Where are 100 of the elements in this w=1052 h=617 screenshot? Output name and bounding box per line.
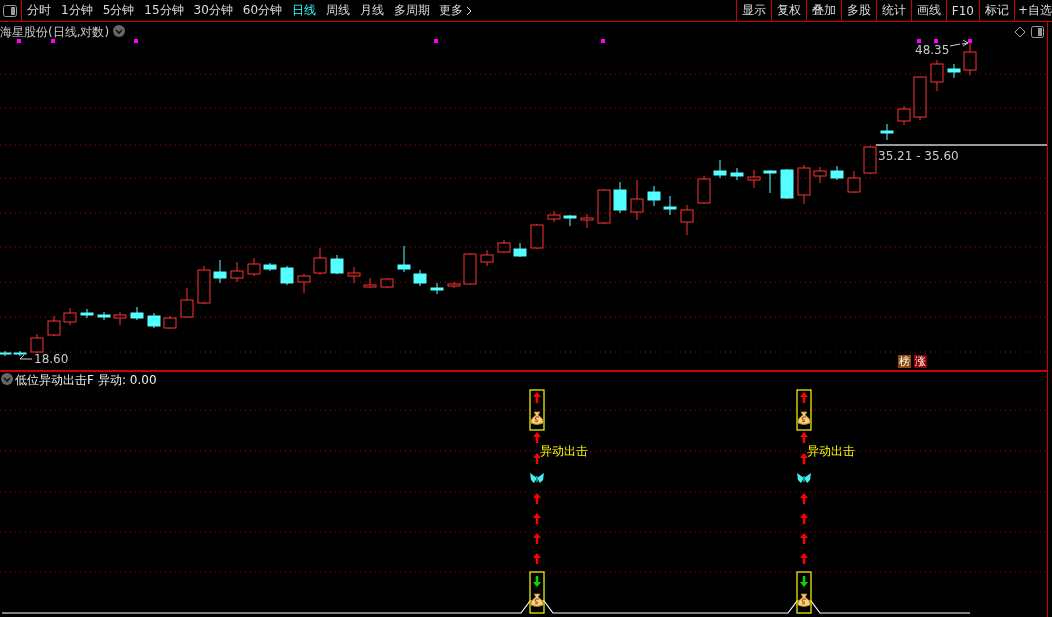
toolbar-button[interactable]: 显示 [735, 0, 771, 22]
candlestick [230, 261, 244, 283]
candlestick [330, 254, 344, 275]
candlestick [730, 167, 744, 181]
candlestick [297, 273, 311, 294]
candlestick [613, 181, 627, 214]
up-arrow-icon [533, 392, 541, 403]
period-tab[interactable]: 5分钟 [101, 2, 136, 19]
butterfly-icon [530, 473, 544, 483]
period-tab[interactable]: 多周期 [393, 2, 432, 19]
candlestick [363, 277, 377, 289]
candlestick [680, 204, 694, 236]
price-range-label: 35.21 - 35.60 [878, 149, 959, 163]
more-button[interactable]: 更多 [439, 2, 473, 19]
up-arrow-icon [800, 553, 808, 564]
candlestick [263, 262, 277, 272]
candlestick [447, 281, 461, 289]
candlestick [530, 223, 544, 250]
candlestick [947, 63, 961, 79]
period-tab[interactable]: 分时 [26, 2, 52, 19]
money-bag-icon [797, 593, 811, 607]
up-arrow-icon [800, 392, 808, 403]
up-arrow-icon [533, 493, 541, 504]
period-tab[interactable]: 1分钟 [60, 2, 94, 19]
candlestick [630, 179, 644, 221]
tag-badge: 榜 [898, 355, 911, 368]
butterfly-icon [797, 473, 811, 483]
candlestick [930, 59, 944, 92]
panel-toggle-icon[interactable] [1031, 26, 1044, 38]
low-price-label: 18.60 [34, 352, 69, 366]
candlestick [313, 247, 327, 276]
candlestick [697, 175, 711, 205]
panel-toggle-icon[interactable] [3, 4, 17, 17]
signal-label: 异动出击 [807, 443, 855, 460]
up-arrow-icon [800, 493, 808, 504]
candlestick [897, 105, 911, 126]
candlestick [513, 242, 527, 258]
high-price-label: 48.35 [915, 43, 950, 57]
candlestick [847, 170, 861, 194]
candlestick [780, 168, 794, 200]
candlestick [163, 315, 177, 330]
toolbar-button[interactable]: 统计 [875, 0, 911, 22]
candlestick [347, 266, 361, 284]
toolbar-button[interactable]: +自选 [1013, 0, 1052, 22]
period-tab[interactable]: 30分钟 [192, 2, 234, 19]
up-arrow-icon [800, 533, 808, 544]
period-tab[interactable]: 周线 [325, 2, 352, 19]
candlestick [880, 123, 894, 141]
candlestick [30, 333, 44, 354]
signal-label: 异动出击 [540, 443, 588, 460]
candlestick [963, 42, 977, 76]
chart-title: 海星股份(日线,对数) [0, 24, 110, 41]
down-arrow-icon [533, 576, 541, 587]
signal-box [529, 389, 545, 431]
candlestick [863, 145, 877, 175]
period-tab[interactable]: 月线 [359, 2, 386, 19]
candlestick [663, 195, 677, 216]
candlestick [397, 245, 411, 273]
chevron-icon [466, 5, 473, 16]
toolbar-button[interactable]: 多股 [840, 0, 876, 22]
candlestick [130, 306, 144, 321]
indicator-value: 异动: 0.00 [98, 372, 157, 389]
up-arrow-icon [533, 432, 541, 443]
signal-box [796, 571, 812, 614]
up-arrow-icon [533, 553, 541, 564]
candlestick [213, 259, 227, 284]
dropdown-icon[interactable] [113, 25, 125, 37]
toolbar-button[interactable]: F10 [945, 0, 979, 22]
money-bag-icon [530, 411, 544, 425]
candlestick [413, 269, 427, 287]
candlestick [763, 169, 777, 194]
signal-box [796, 389, 812, 431]
candlestick [97, 311, 111, 321]
candlestick [147, 312, 161, 329]
candlestick [913, 76, 927, 121]
toolbar-button[interactable]: 叠加 [805, 0, 841, 22]
period-tab[interactable]: 日线 [291, 2, 318, 19]
down-arrow-icon [800, 576, 808, 587]
candlestick [380, 277, 394, 289]
period-tab[interactable]: 15分钟 [143, 2, 185, 19]
candlestick [597, 188, 611, 225]
candlestick [747, 169, 761, 189]
toolbar-button[interactable]: 复权 [770, 0, 806, 22]
money-bag-icon [530, 593, 544, 607]
candlestick [180, 287, 194, 319]
candlestick [497, 239, 511, 254]
candlestick [580, 213, 594, 229]
toolbar-button[interactable]: 标记 [978, 0, 1014, 22]
candlestick [547, 210, 561, 223]
diamond-icon[interactable] [1014, 26, 1026, 38]
candlestick [80, 308, 94, 319]
dropdown-icon[interactable] [1, 373, 13, 385]
period-tab[interactable]: 60分钟 [241, 2, 284, 19]
indicator-title: 低位异动出击F [15, 372, 94, 389]
up-arrow-icon [533, 513, 541, 524]
up-arrow-icon [800, 432, 808, 443]
money-bag-icon [797, 411, 811, 425]
candlestick [463, 252, 477, 286]
candlestick [797, 164, 811, 205]
toolbar-button[interactable]: 画线 [910, 0, 946, 22]
